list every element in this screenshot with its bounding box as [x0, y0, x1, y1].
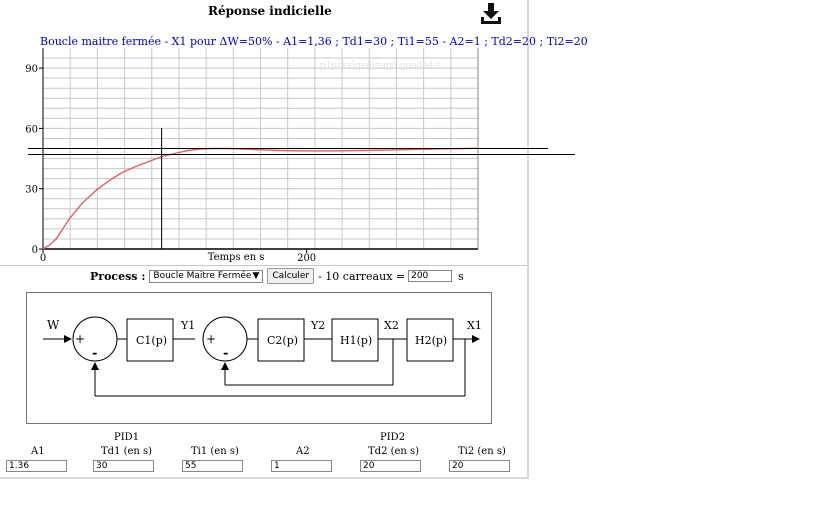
- c1-label: C1(p): [136, 334, 167, 347]
- x2-label: X2: [384, 319, 399, 332]
- process-label: Process :: [90, 269, 146, 283]
- td1-input[interactable]: 30: [93, 460, 154, 472]
- x-tick-label: 0: [40, 253, 46, 264]
- process-select[interactable]: Boucle Maitre Fermée ▼: [149, 269, 264, 283]
- ti2-input[interactable]: 20: [449, 460, 510, 472]
- y-tick-label: 60: [25, 124, 38, 135]
- pid-parameters: PID1 PID2 A1 Td1 (en s) Ti1 (en s) A2 Td…: [0, 430, 527, 475]
- td2-input[interactable]: 20: [360, 460, 421, 472]
- process-select-value: Boucle Maitre Fermée: [153, 271, 252, 281]
- y-tick-label: 90: [25, 64, 38, 75]
- a2-input[interactable]: 1: [271, 460, 332, 472]
- y1-label: Y1: [180, 319, 195, 332]
- sum1-minus: -: [92, 346, 97, 361]
- sum1-plus: +: [75, 332, 85, 346]
- y-tick-label: 0: [32, 245, 38, 256]
- sum2-plus: +: [206, 332, 216, 346]
- ti1-input[interactable]: 55: [182, 460, 243, 472]
- x-tick-label: 200: [297, 253, 316, 264]
- x-axis-label: Temps en s: [208, 252, 265, 263]
- y2-label: Y2: [310, 319, 325, 332]
- h2-label: H2(p): [415, 334, 447, 347]
- td2-label: Td2 (en s): [368, 446, 420, 457]
- scale-input[interactable]: 200: [408, 270, 453, 282]
- h1-label: H1(p): [340, 334, 372, 347]
- process-row: Process : Boucle Maitre Fermée ▼ Calcule…: [90, 268, 464, 284]
- td1-label: Td1 (en s): [101, 446, 153, 457]
- a1-label: A1: [31, 446, 45, 457]
- step-response-chart: p1pzkviqvdimqvf.goodsd.u 0 30 60 90 0 200 Temps…: [25, 48, 575, 264]
- watermark-text: p1pzkviqvdimqvf.goodsd.u: [320, 61, 442, 71]
- scale-unit: s: [458, 269, 464, 283]
- sum2-minus: -: [223, 346, 228, 361]
- a2-label: A2: [296, 446, 310, 457]
- block-diagram: W + - C1(p) Y1 + - C2(p) Y2 H1(p) X2 H2(…: [26, 292, 492, 424]
- pid2-heading: PID2: [380, 432, 406, 443]
- w-label: W: [47, 318, 60, 332]
- calculate-button[interactable]: Calculer: [267, 268, 315, 284]
- ti1-label: Ti1 (en s): [191, 446, 239, 457]
- response-panel: Réponse indicielle Boucle maitre fermée …: [0, 0, 588, 479]
- chevron-down-icon: ▼: [252, 271, 260, 281]
- ti2-label: Ti2 (en s): [458, 446, 506, 457]
- y-tick-label: 30: [25, 185, 38, 196]
- c2-label: C2(p): [267, 334, 298, 347]
- scale-text: - 10 carreaux =: [318, 269, 406, 283]
- x1-label: X1: [467, 319, 482, 332]
- separator: [0, 265, 527, 266]
- pid1-heading: PID1: [114, 432, 140, 443]
- a1-input[interactable]: 1.36: [6, 460, 67, 472]
